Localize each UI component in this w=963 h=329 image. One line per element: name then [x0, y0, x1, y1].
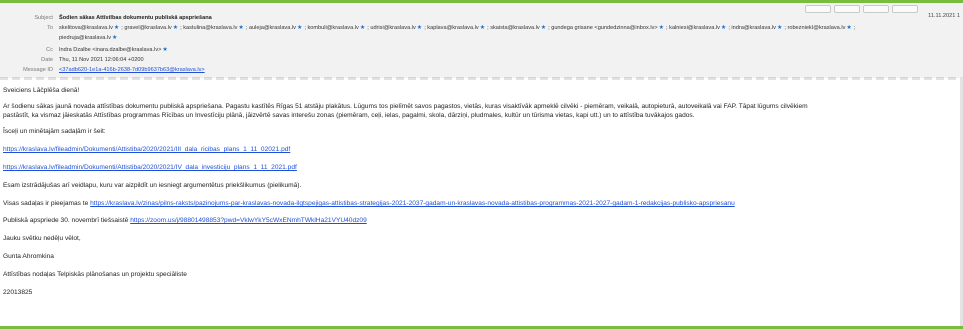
- toolbar-button-4[interactable]: [892, 5, 918, 13]
- to-row-2: piedruja@kraslava.lv★: [0, 33, 963, 43]
- link-zoom[interactable]: https://zoom.us/j/98801498853?pwd=VklwYk…: [130, 217, 367, 224]
- star-icon[interactable]: ★: [846, 25, 851, 31]
- to-recipients: skelitova@kraslava.lv★; gravel@kraslava.…: [59, 25, 856, 31]
- recipient[interactable]: kombuli@kraslava.lv: [307, 25, 358, 31]
- star-icon[interactable]: ★: [173, 25, 178, 31]
- star-icon[interactable]: ★: [541, 25, 546, 31]
- signature-name: Gunta Ahromkina: [3, 253, 54, 260]
- visas-sadalas-line: Visas sadaļas ir pieejamas te https://kr…: [3, 200, 959, 209]
- recipient[interactable]: gravel@kraslava.lv: [124, 25, 171, 31]
- date-label: Date: [41, 57, 53, 63]
- toolbar-button-2[interactable]: [834, 5, 860, 13]
- link-investiciju-plans-anchor[interactable]: https://kraslava.lv/fileadmin/Dokumenti/…: [3, 164, 297, 171]
- recipient[interactable]: udrisi@kraslava.lv: [370, 25, 415, 31]
- star-icon[interactable]: ★: [114, 25, 119, 31]
- publiska-apspriede-line: Publiskā apspriede 30. novembrī tiešsais…: [3, 217, 959, 226]
- cc-value: Indra Dzalbe <inara.dzalbe@kraslava.lv>★: [59, 45, 170, 55]
- star-icon[interactable]: ★: [238, 25, 243, 31]
- links-intro: Īsceļi un minētajām sadaļām ir šeit:: [3, 128, 106, 135]
- to-recipients-2: piedruja@kraslava.lv★: [59, 33, 119, 43]
- star-icon[interactable]: ★: [721, 25, 726, 31]
- star-icon[interactable]: ★: [162, 47, 167, 53]
- recipient[interactable]: skelitova@kraslava.lv: [59, 25, 113, 31]
- star-icon[interactable]: ★: [297, 25, 302, 31]
- to-row: To skelitova@kraslava.lv★; gravel@krasla…: [0, 23, 963, 33]
- cc-row: Cc Indra Dzalbe <inara.dzalbe@kraslava.l…: [0, 45, 963, 55]
- recipient[interactable]: gundega grisane <gundedzinna@inbox.lv>: [551, 25, 657, 31]
- paragraph-1-line-1: Ar šodienu sākas jaunā novada attīstības…: [3, 103, 808, 110]
- date-value: Thu, 11 Nov 2021 12:06:04 +0200: [59, 57, 144, 63]
- publiska-apspriede-text: Publiskā apspriede 30. novembrī tiešsais…: [3, 217, 131, 224]
- email-header: 11.11.2021 1 Subject Šodien sākas Attīst…: [0, 3, 963, 78]
- message-id-label: Message ID: [23, 67, 53, 73]
- cc-recipient[interactable]: Indra Dzalbe <inara.dzalbe@kraslava.lv>: [59, 47, 161, 53]
- star-icon[interactable]: ★: [112, 35, 117, 41]
- recipient[interactable]: robezniekI@kraslava.lv: [787, 25, 845, 31]
- visas-sadalas-text: Visas sadaļas ir pieejamas te: [3, 200, 91, 207]
- link-investiciju-plans: https://kraslava.lv/fileadmin/Dokumenti/…: [3, 164, 959, 173]
- link-ricibas-plans-anchor[interactable]: https://kraslava.lv/fileadmin/Dokumenti/…: [3, 146, 290, 153]
- message-id-row: Message ID <37adb620-1e1a-416b-2638-7d09…: [0, 65, 963, 75]
- subject-row: Subject Šodien sākas Attīstības dokument…: [0, 13, 963, 23]
- recipient[interactable]: indra@kraslava.lv: [731, 25, 776, 31]
- link-pazinojums[interactable]: https://kraslava.lv/zinas/pilns-raksts/p…: [90, 200, 735, 207]
- paragraph-1-line-2: pastāstīt, ka vismaz jāieskatās Attīstīb…: [3, 111, 695, 119]
- star-icon[interactable]: ★: [417, 25, 422, 31]
- paragraph-2: Esam izstrādājušas arī veidlapu, kuru va…: [3, 182, 302, 189]
- to-label: To: [47, 25, 53, 31]
- recipient[interactable]: auleja@kraslava.lv: [249, 25, 296, 31]
- recipient[interactable]: kalniesi@kraslava.lv: [669, 25, 720, 31]
- email-window: 11.11.2021 1 Subject Šodien sākas Attīst…: [0, 3, 963, 326]
- recipient[interactable]: kaplava@kraslava.lv: [427, 25, 478, 31]
- header-toolbar: [805, 5, 918, 13]
- star-icon[interactable]: ★: [480, 25, 485, 31]
- toolbar-button-3[interactable]: [863, 5, 889, 13]
- subject-label: Subject: [34, 15, 53, 21]
- cc-label: Cc: [46, 47, 53, 53]
- recipient[interactable]: kastulina@kraslava.lv: [183, 25, 237, 31]
- header-divider: [0, 77, 963, 80]
- signature-title: Attīstības nodaļas Telpiskās plānošanas …: [3, 271, 187, 278]
- signature-phone: 22013825: [3, 289, 33, 296]
- star-icon[interactable]: ★: [360, 25, 365, 31]
- star-icon[interactable]: ★: [777, 25, 782, 31]
- toolbar-button-1[interactable]: [805, 5, 831, 13]
- message-id-value[interactable]: <37adb620-1e1a-416b-2638-7d09b9637b63@kr…: [59, 65, 205, 75]
- subject-value: Šodien sākas Attīstības dokumentu publis…: [59, 15, 212, 21]
- link-ricibas-plans: https://kraslava.lv/fileadmin/Dokumenti/…: [3, 146, 959, 155]
- star-icon[interactable]: ★: [659, 25, 664, 31]
- greeting: Sveiciens Lāčplēša dienā!: [3, 87, 80, 94]
- recipient[interactable]: skaista@kraslava.lv: [490, 25, 540, 31]
- recipient[interactable]: piedruja@kraslava.lv: [59, 35, 111, 41]
- date-row: Date Thu, 11 Nov 2021 12:06:04 +0200: [0, 55, 963, 65]
- closing: Jauku svētku nedēļu vēlot,: [3, 235, 81, 242]
